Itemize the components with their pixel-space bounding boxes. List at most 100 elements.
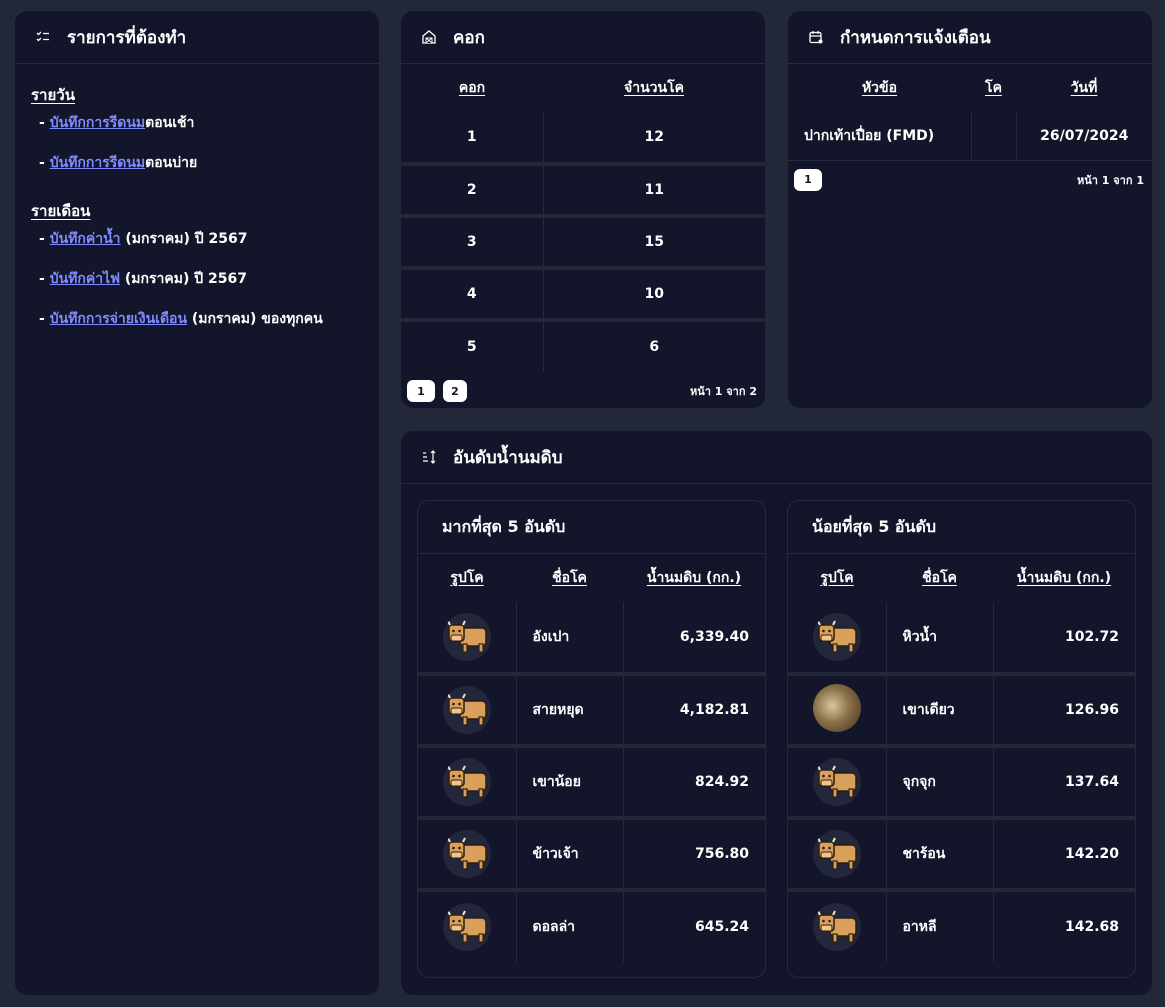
reminder-header: กำหนดการแจ้งเตือน (788, 11, 1152, 64)
sort-icon (421, 449, 437, 465)
table-row[interactable]: 3 15 (401, 216, 765, 270)
cow-photo-cell (788, 818, 887, 892)
coop-number: 1 (401, 112, 544, 166)
cow-count: 15 (543, 216, 765, 270)
todo-header: รายการที่ต้องทำ (15, 11, 379, 64)
cow-photo-cell (788, 602, 887, 676)
reminder-page-button-1[interactable]: 1 (794, 168, 822, 191)
table-row[interactable]: จุกจุก 137.64 (788, 746, 1135, 820)
cow-photo-cell (418, 818, 517, 892)
cow-photo-cell (418, 602, 517, 676)
cow-photo (812, 684, 861, 732)
cow-count: 6 (649, 339, 660, 355)
todo-text: (มกราคม) ของทุกคน (187, 311, 323, 327)
todo-bullet: - (39, 155, 50, 171)
todo-item-daily-1: - บันทึกการรีดนมตอนบ่าย (31, 153, 363, 173)
cow-icon (442, 758, 491, 806)
table-row[interactable]: ข้าวเจ้า 756.80 (418, 818, 765, 892)
coop-page-info: หน้า 1 จาก 2 (689, 385, 757, 398)
bottom-col-name[interactable]: ชื่อโค (886, 554, 993, 602)
table-row[interactable]: หิวน้ำ 102.72 (788, 602, 1135, 676)
bottom-col-photo[interactable]: รูปโค (788, 554, 886, 602)
todo-link-monthly-2[interactable]: บันทึกการจ่ายเงินเดือน (50, 311, 187, 327)
cow-icon (812, 758, 861, 806)
cow-photo-cell (788, 674, 887, 748)
table-row[interactable]: สายหยุด 4,182.81 (418, 674, 765, 748)
cow-photo-cell (418, 674, 517, 748)
reminder-table: หัวข้อ โค วันที่ ปากเท้าเปื่อย (FMD) 26/0… (788, 64, 1152, 161)
calendar-bell-icon (808, 29, 824, 45)
todo-link-monthly-0[interactable]: บันทึกค่าน้ำ (50, 231, 121, 247)
table-row[interactable]: ชาร้อน 142.20 (788, 818, 1135, 892)
coop-page-button-2[interactable]: 2 (443, 380, 467, 403)
todo-bullet: - (39, 231, 50, 247)
todo-link-daily-0[interactable]: บันทึกการรีดนม (50, 115, 145, 131)
cow-name: อังเปา (516, 602, 624, 676)
cow-name: เขาเดียว (886, 674, 994, 748)
table-row[interactable]: อังเปา 6,339.40 (418, 602, 765, 676)
reminder-col-date[interactable]: วันที่ (1016, 64, 1152, 112)
cow-photo-cell (418, 746, 517, 820)
reminder-pagination: 1 หน้า 1 จาก 1 (788, 161, 1152, 199)
top-col-milk[interactable]: น้ำนมดิบ (กก.) (623, 554, 765, 602)
coop-header: คอก (401, 11, 765, 64)
coop-page-button-1[interactable]: 1 (407, 380, 435, 403)
todo-card: รายการที่ต้องทำ รายวัน - บันทึกการรีดนมต… (15, 11, 379, 995)
table-row[interactable]: ปากเท้าเปื่อย (FMD) 26/07/2024 (788, 112, 1152, 161)
cow-icon (812, 613, 861, 661)
todo-item-monthly-0: - บันทึกค่าน้ำ (มกราคม) ปี 2567 (31, 229, 363, 249)
top-col-photo[interactable]: รูปโค (418, 554, 516, 602)
daily-heading: รายวัน (31, 86, 75, 104)
coop-table: คอก จำนวนโค 1 12 2 11 3 15 4 10 5 6 (401, 64, 765, 372)
milk-amount: 126.96 (993, 674, 1135, 748)
cow-icon (442, 903, 491, 951)
reminder-cow (971, 112, 1017, 161)
cow-name: ดอลล่า (516, 890, 624, 962)
coop-col-count[interactable]: จำนวนโค (543, 64, 765, 112)
bottom-col-milk[interactable]: น้ำนมดิบ (กก.) (993, 554, 1135, 602)
reminder-card: กำหนดการแจ้งเตือน หัวข้อ โค วันที่ ปากเท… (788, 11, 1152, 408)
todo-text: (มกราคม) ปี 2567 (120, 231, 248, 247)
cow-name: หิวน้ำ (886, 602, 994, 676)
table-row[interactable]: 4 10 (401, 268, 765, 322)
bottom-ranking-table: รูปโค ชื่อโค น้ำนมดิบ (กก.) หิวน้ำ 102.72… (788, 554, 1135, 962)
table-row[interactable]: อาหลี 142.68 (788, 890, 1135, 962)
checklist-icon (35, 29, 51, 45)
bottom-ranking-card: น้อยที่สุด 5 อันดับ รูปโค ชื่อโค น้ำนมดิ… (787, 500, 1136, 978)
milk-amount: 102.72 (993, 602, 1135, 676)
table-row[interactable]: ดอลล่า 645.24 (418, 890, 765, 962)
reminder-page-info: หน้า 1 จาก 1 (1076, 173, 1144, 187)
cow-photo-cell (788, 746, 887, 820)
milk-amount: 4,182.81 (623, 674, 765, 748)
top-col-name[interactable]: ชื่อโค (516, 554, 623, 602)
milk-amount: 142.20 (993, 818, 1135, 892)
todo-link-monthly-1[interactable]: บันทึกค่าไฟ (50, 271, 120, 287)
top-ranking-table: รูปโค ชื่อโค น้ำนมดิบ (กก.) อังเปา 6,339.… (418, 554, 765, 962)
todo-text: ตอนเช้า (145, 115, 195, 131)
table-row[interactable]: 1 12 (401, 112, 765, 166)
top-ranking-card: มากที่สุด 5 อันดับ รูปโค ชื่อโค น้ำนมดิบ… (417, 500, 766, 978)
cow-name: เขาน้อย (516, 746, 624, 820)
cow-count: 12 (543, 112, 765, 166)
todo-bullet: - (39, 115, 50, 131)
todo-item-monthly-1: - บันทึกค่าไฟ (มกราคม) ปี 2567 (31, 269, 363, 289)
reminder-col-topic[interactable]: หัวข้อ (788, 64, 971, 112)
table-row[interactable]: 56 (401, 320, 765, 372)
cow-icon (442, 613, 491, 661)
coop-number: 4 (401, 268, 544, 322)
cow-photo-cell (788, 890, 887, 962)
milk-amount: 645.24 (694, 919, 749, 935)
reminder-col-cow[interactable]: โค (971, 64, 1016, 112)
coop-col-coop[interactable]: คอก (401, 64, 543, 112)
table-row[interactable]: 2 11 (401, 164, 765, 218)
coop-number: 3 (401, 216, 544, 270)
table-row[interactable]: เขาเดียว 126.96 (788, 674, 1135, 748)
todo-link-daily-1[interactable]: บันทึกการรีดนม (50, 155, 145, 171)
cow-name: ข้าวเจ้า (516, 818, 624, 892)
table-row[interactable]: เขาน้อย 824.92 (418, 746, 765, 820)
milk-ranking-card: อันดับน้ำนมดิบ มากที่สุด 5 อันดับ รูปโค … (401, 431, 1152, 995)
cow-name: สายหยุด (516, 674, 624, 748)
cow-photo-cell (418, 890, 517, 962)
reminder-topic: ปากเท้าเปื่อย (FMD) (788, 112, 972, 161)
todo-item-monthly-2: - บันทึกการจ่ายเงินเดือน (มกราคม) ของทุก… (31, 309, 363, 329)
